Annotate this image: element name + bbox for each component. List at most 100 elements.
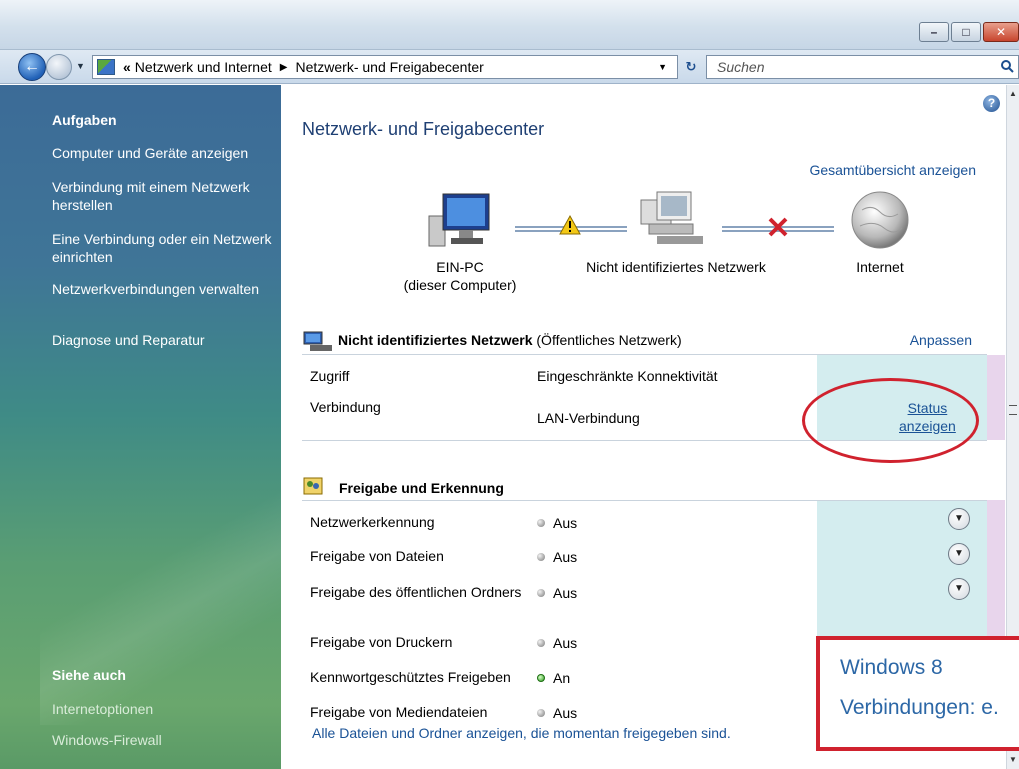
- scroll-down-icon[interactable]: ▼: [1009, 755, 1017, 764]
- network-icon[interactable]: [635, 190, 710, 252]
- search-placeholder: Suchen: [717, 59, 765, 75]
- internet-globe-icon[interactable]: [850, 190, 910, 250]
- network-section-header: Nicht identifiziertes Netzwerk (Öffentli…: [338, 332, 682, 348]
- show-shared-files-link[interactable]: Alle Dateien und Ordner anzeigen, die mo…: [312, 725, 731, 741]
- scroll-thumb[interactable]: [1009, 405, 1017, 415]
- search-input[interactable]: Suchen: [706, 55, 1019, 79]
- window-titlebar: – □ ✕: [0, 0, 1019, 50]
- status-dot-icon: [537, 519, 545, 527]
- sidebar-item-internet-options[interactable]: Internetoptionen: [52, 700, 277, 718]
- close-button[interactable]: ✕: [983, 22, 1019, 42]
- media-sharing-state: Aus: [553, 705, 578, 721]
- sidebar-item-diagnose[interactable]: Diagnose und Reparatur: [52, 331, 277, 349]
- overlay-line-1: Windows 8: [840, 656, 943, 679]
- network-name: Nicht identifiziertes Netzwerk: [338, 332, 533, 348]
- overlay-line-2: Verbindungen: e.: [840, 696, 999, 719]
- minimize-icon: –: [930, 25, 938, 39]
- media-sharing-value: Aus: [537, 704, 577, 722]
- address-dropdown-icon[interactable]: ▼: [658, 62, 667, 72]
- network-label: Nicht identifiziertes Netzwerk: [586, 259, 766, 275]
- pc-subtitle: (dieser Computer): [403, 277, 517, 293]
- public-folder-sharing-label: Freigabe des öffentlichen Ordners: [310, 584, 522, 600]
- sharing-section-header: Freigabe und Erkennung: [339, 480, 504, 496]
- customize-link[interactable]: Anpassen: [910, 332, 972, 348]
- search-icon[interactable]: [1000, 59, 1014, 73]
- sidebar-item-manage-connections[interactable]: Netzwerkverbindungen verwalten: [52, 280, 277, 298]
- page-title: Netzwerk- und Freigabecenter: [302, 119, 545, 139]
- network-section-divider: [302, 354, 987, 355]
- breadcrumb-separator[interactable]: ▶: [280, 62, 288, 73]
- sidebar-item-connect-network[interactable]: Verbindung mit einem Netzwerk herstellen: [52, 178, 277, 214]
- network-discovery-state: Aus: [553, 515, 578, 531]
- printer-sharing-value: Aus: [537, 634, 577, 652]
- status-dot-icon: [537, 709, 545, 717]
- recent-pages-dropdown[interactable]: ▼: [76, 61, 85, 71]
- breadcrumb-network-internet[interactable]: Netzwerk und Internet: [135, 59, 272, 75]
- password-sharing-value: An: [537, 669, 570, 687]
- highlight-ellipse: [802, 378, 979, 463]
- password-sharing-label: Kennwortgeschütztes Freigeben: [310, 669, 511, 685]
- maximize-icon: □: [962, 25, 970, 39]
- maximize-button[interactable]: □: [951, 22, 981, 42]
- status-dot-icon: [537, 589, 545, 597]
- file-sharing-value: Aus: [537, 548, 577, 566]
- sidebar-decoration: [40, 465, 300, 725]
- warning-icon[interactable]: [558, 214, 582, 236]
- computer-icon[interactable]: [425, 190, 495, 252]
- network-discovery-value: Aus: [537, 514, 577, 532]
- window-controls: – □ ✕: [917, 22, 1019, 42]
- media-sharing-label: Freigabe von Mediendateien: [310, 704, 488, 720]
- control-panel-icon: [97, 59, 115, 75]
- printer-sharing-label: Freigabe von Druckern: [310, 634, 453, 650]
- close-icon: ✕: [995, 25, 1007, 39]
- back-arrow-icon: ←: [24, 58, 40, 75]
- chevron-down-icon: ▼: [954, 548, 964, 559]
- internet-label: Internet: [856, 259, 904, 275]
- disconnected-x-icon[interactable]: [766, 216, 790, 238]
- annotation-overlay: Windows 8 Verbindungen: e.: [816, 636, 1019, 751]
- connection-value: LAN-Verbindung: [537, 410, 640, 426]
- public-folder-sharing-value: Aus: [537, 584, 577, 602]
- chevron-down-icon: ▼: [954, 513, 964, 524]
- password-sharing-state: An: [553, 670, 571, 686]
- sidebar-item-firewall[interactable]: Windows-Firewall: [52, 731, 277, 749]
- sidebar-tasks-title: Aufgaben: [52, 112, 117, 128]
- status-dot-icon: [537, 639, 545, 647]
- sharing-section-icon: [303, 477, 323, 495]
- address-overflow-chevron[interactable]: «: [123, 59, 131, 75]
- sidebar-see-also-title: Siehe auch: [52, 667, 126, 683]
- network-type: (Öffentliches Netzwerk): [536, 332, 682, 348]
- navigation-bar: ← ▼ « Netzwerk und Internet ▶ Netzwerk- …: [0, 50, 1019, 84]
- file-sharing-state: Aus: [553, 549, 578, 565]
- breadcrumb-sharing-center[interactable]: Netzwerk- und Freigabecenter: [295, 59, 483, 75]
- status-dot-icon: [537, 553, 545, 561]
- connection-label: Verbindung: [310, 399, 381, 415]
- sidebar-item-view-computers[interactable]: Computer und Geräte anzeigen: [52, 144, 277, 162]
- printer-sharing-state: Aus: [553, 635, 578, 651]
- access-value: Eingeschränkte Konnektivität: [537, 368, 718, 384]
- chevron-down-icon: ▼: [954, 583, 964, 594]
- refresh-button[interactable]: ↻: [680, 56, 702, 78]
- file-sharing-label: Freigabe von Dateien: [310, 548, 444, 564]
- sharing-section-divider: [302, 500, 987, 501]
- expand-public-folder-button[interactable]: ▼: [948, 578, 970, 600]
- refresh-icon: ↻: [685, 59, 697, 74]
- expand-network-discovery-button[interactable]: ▼: [948, 508, 970, 530]
- back-button[interactable]: ←: [18, 53, 46, 81]
- network-section-icon: [303, 331, 332, 351]
- full-map-link[interactable]: Gesamtübersicht anzeigen: [809, 162, 976, 178]
- public-folder-sharing-state: Aus: [553, 585, 578, 601]
- sidebar-item-setup-connection[interactable]: Eine Verbindung oder ein Netzwerk einric…: [52, 230, 277, 266]
- scroll-up-icon[interactable]: ▲: [1009, 89, 1017, 98]
- help-icon[interactable]: ?: [983, 95, 1000, 112]
- status-column-edge: [987, 355, 1005, 440]
- minimize-button[interactable]: –: [919, 22, 949, 42]
- pc-label: EIN-PC (dieser Computer): [390, 258, 530, 294]
- status-dot-on-icon: [537, 674, 545, 682]
- expand-file-sharing-button[interactable]: ▼: [948, 543, 970, 565]
- network-discovery-label: Netzwerkerkennung: [310, 514, 435, 530]
- forward-button[interactable]: [46, 54, 72, 80]
- pc-name: EIN-PC: [436, 259, 484, 275]
- access-label: Zugriff: [310, 368, 350, 384]
- address-bar[interactable]: « Netzwerk und Internet ▶ Netzwerk- und …: [92, 55, 678, 79]
